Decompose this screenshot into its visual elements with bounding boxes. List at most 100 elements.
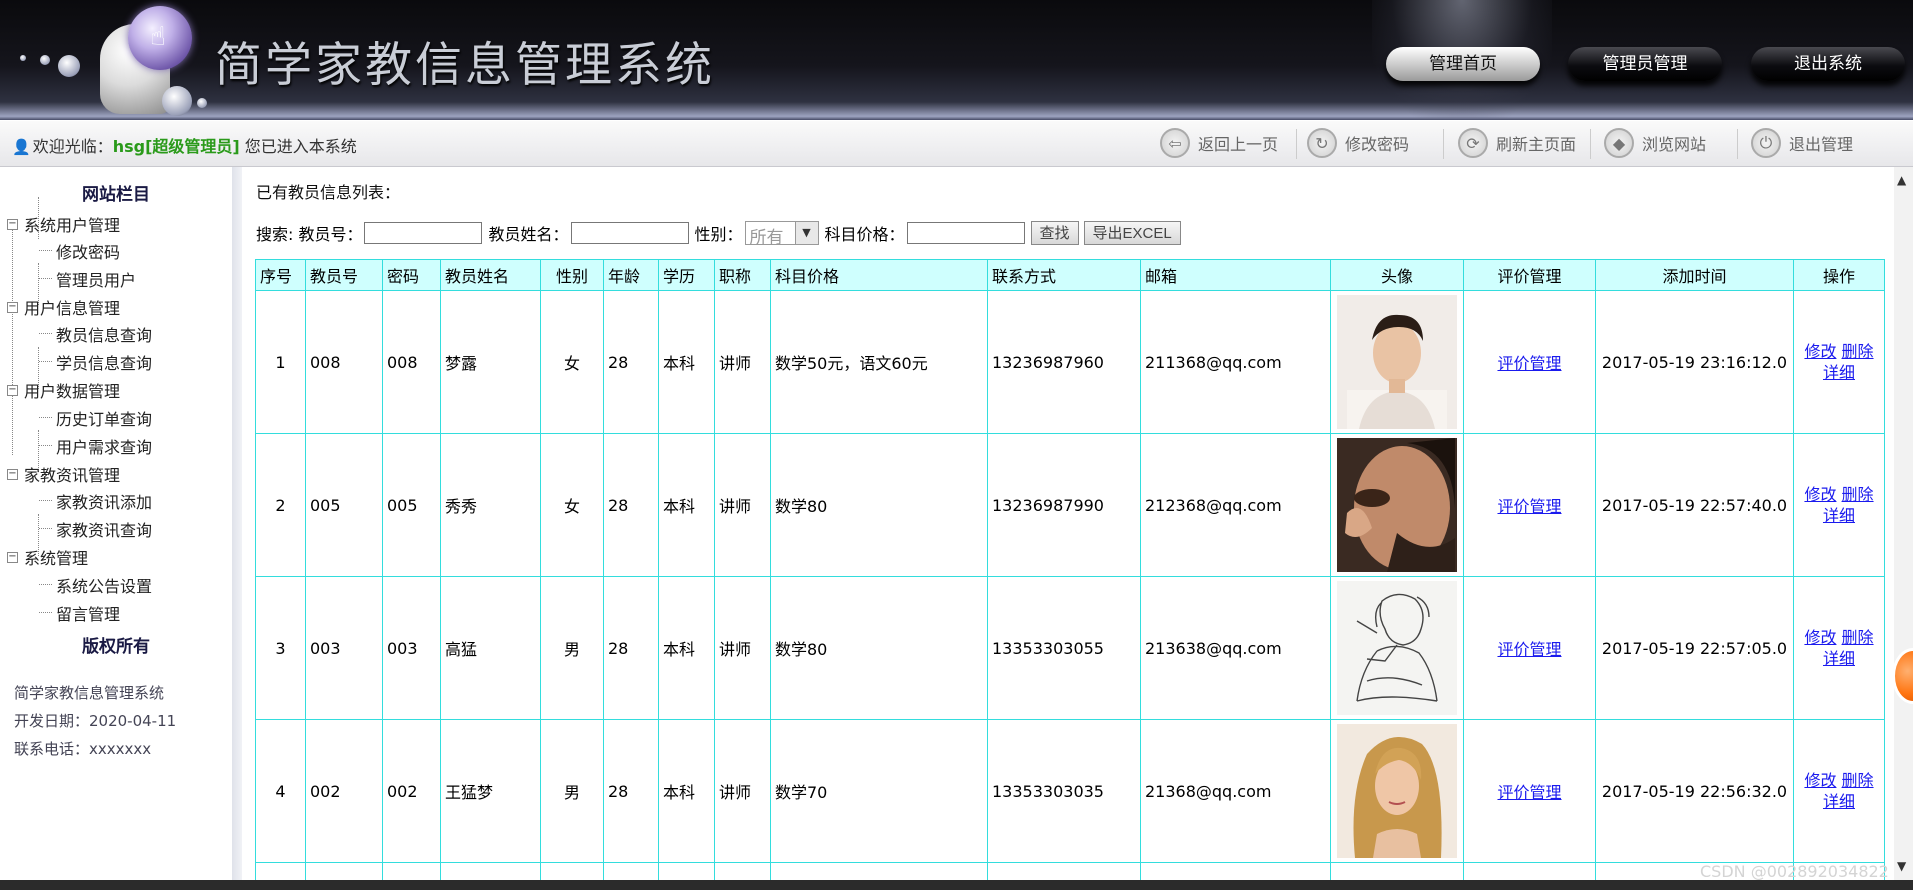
- sidebar-group-user-info[interactable]: − 用户信息管理: [7, 295, 120, 319]
- scroll-up-icon[interactable]: ▲: [1897, 173, 1906, 187]
- nav-admin-button[interactable]: 管理员管理: [1568, 47, 1722, 81]
- review-link[interactable]: 评价管理: [1497, 354, 1561, 373]
- cell-empty: [1140, 862, 1331, 880]
- cell-added-time: 2017-05-19 22:56:32.0: [1595, 719, 1794, 863]
- cell-empty: [440, 862, 541, 880]
- sidebar-item-change-password[interactable]: 修改密码: [56, 239, 120, 263]
- tree-line: [39, 528, 52, 529]
- taskbar: [0, 880, 1913, 890]
- review-link[interactable]: 评价管理: [1497, 640, 1561, 659]
- cell-password: 003: [382, 576, 441, 720]
- refresh-main-label: 刷新主页面: [1496, 135, 1577, 154]
- back-label: 返回上一页: [1198, 135, 1279, 154]
- teacher-id-input[interactable]: [364, 222, 483, 244]
- table-row: 1 008 008 梦露 女 28 本科 讲师 数学50元，语文60元 1323…: [255, 290, 1885, 434]
- find-button[interactable]: 查找: [1030, 221, 1079, 245]
- collapse-icon[interactable]: −: [7, 218, 18, 230]
- sidebar-item-demand-query[interactable]: 用户需求查询: [56, 434, 152, 458]
- scroll-down-icon[interactable]: ▼: [1897, 859, 1906, 873]
- teacher-name-label: 教员姓名：: [488, 225, 569, 244]
- pointer-hand-icon: ☝: [150, 22, 166, 52]
- group-label: 家教资讯管理: [24, 466, 121, 485]
- list-title: 已有教员信息列表：: [256, 183, 401, 202]
- collapse-icon[interactable]: −: [7, 551, 18, 563]
- cell-avatar: [1330, 290, 1464, 434]
- export-excel-button[interactable]: 导出EXCEL: [1083, 221, 1181, 245]
- group-label: 用户信息管理: [24, 299, 121, 318]
- decor-bubble: [162, 86, 192, 116]
- toolbar-divider: [1443, 129, 1444, 159]
- exit-admin-button[interactable]: ⏻ 退出管理: [1751, 127, 1853, 159]
- decor-bubble: [58, 55, 80, 77]
- review-link[interactable]: 评价管理: [1497, 497, 1561, 516]
- sidebar-group-system[interactable]: − 系统管理: [7, 545, 88, 569]
- sidebar-group-tutoring-news[interactable]: − 家教资讯管理: [7, 462, 120, 486]
- edit-link[interactable]: 修改: [1804, 771, 1836, 790]
- toolbar-divider: [1737, 129, 1738, 159]
- cell-title: 讲师: [714, 433, 771, 577]
- cell-phone: 13353303035: [987, 719, 1141, 863]
- edit-link[interactable]: 修改: [1804, 342, 1836, 361]
- welcome-message: 👤 欢迎光临：hsg[超级管理员] 您已进入本系统: [12, 133, 357, 157]
- cell-education: 本科: [658, 290, 715, 434]
- sidebar-item-news-query[interactable]: 家教资讯查询: [56, 517, 152, 541]
- sidebar-group-user-data[interactable]: − 用户数据管理: [7, 378, 120, 402]
- sidebar-item-order-history[interactable]: 历史订单查询: [56, 406, 152, 430]
- cell-age: 28: [603, 290, 659, 434]
- nav-home-button[interactable]: 管理首页: [1386, 47, 1540, 81]
- cell-title: 讲师: [714, 290, 771, 434]
- tree-line: [39, 612, 52, 613]
- sidebar-item-student-query[interactable]: 学员信息查询: [56, 350, 152, 374]
- delete-link[interactable]: 删除: [1842, 628, 1874, 647]
- detail-link[interactable]: 详细: [1823, 363, 1855, 382]
- nav-logout-button[interactable]: 退出系统: [1751, 47, 1905, 81]
- cell-no: 1: [255, 290, 306, 434]
- edit-link[interactable]: 修改: [1804, 628, 1836, 647]
- cell-price: 数学70: [770, 719, 988, 863]
- delete-link[interactable]: 删除: [1842, 771, 1874, 790]
- teacher-name-input[interactable]: [570, 222, 689, 244]
- collapse-icon[interactable]: −: [7, 468, 18, 480]
- detail-link[interactable]: 详细: [1823, 506, 1855, 525]
- vertical-scrollbar[interactable]: ▲ ▼: [1894, 167, 1913, 880]
- delete-link[interactable]: 删除: [1842, 342, 1874, 361]
- username: hsg[超级管理员]: [112, 137, 240, 156]
- browse-site-button[interactable]: ◆ 浏览网站: [1604, 127, 1706, 159]
- gender-label: 性别：: [694, 225, 743, 244]
- price-input[interactable]: [906, 222, 1025, 244]
- collapse-icon[interactable]: −: [7, 384, 18, 396]
- col-header: 联系方式: [987, 259, 1141, 291]
- detail-link[interactable]: 详细: [1823, 649, 1855, 668]
- back-arrow-icon: ⇦: [1160, 128, 1190, 158]
- table-row: 2 005 005 秀秀 女 28 本科 讲师 数学80 13236987990…: [255, 433, 1885, 577]
- sidebar-item-notice-settings[interactable]: 系统公告设置: [56, 573, 152, 597]
- tree-line: [39, 445, 52, 446]
- cell-empty: [658, 862, 715, 880]
- group-label: 系统管理: [24, 549, 89, 568]
- gender-select[interactable]: 所有 ▼: [744, 221, 819, 248]
- sidebar-group-system-users[interactable]: − 系统用户管理: [7, 212, 120, 236]
- table-row: [255, 862, 1885, 880]
- cell-email: 21368@qq.com: [1140, 719, 1331, 863]
- sidebar-item-messages[interactable]: 留言管理: [56, 601, 120, 625]
- decor-bubble: [197, 98, 207, 108]
- col-header: 学历: [658, 259, 715, 291]
- cell-review: 评价管理: [1463, 719, 1596, 863]
- change-password-button[interactable]: ↻ 修改密码: [1307, 127, 1409, 159]
- sidebar-item-admin-users[interactable]: 管理员用户: [56, 267, 136, 291]
- sidebar-item-news-add[interactable]: 家教资讯添加: [56, 489, 152, 513]
- detail-link[interactable]: 详细: [1823, 792, 1855, 811]
- cell-added-time: 2017-05-19 23:16:12.0: [1595, 290, 1794, 434]
- delete-link[interactable]: 删除: [1842, 485, 1874, 504]
- back-button[interactable]: ⇦ 返回上一页: [1160, 127, 1278, 159]
- cell-email: 213638@qq.com: [1140, 576, 1331, 720]
- search-bar: 搜索: 教员号： 教员姓名： 性别： 所有 ▼ 科目价格： 查找 导出EXCEL: [256, 219, 1186, 248]
- collapse-icon[interactable]: −: [7, 301, 18, 313]
- sidebar-item-teacher-query[interactable]: 教员信息查询: [56, 322, 152, 346]
- review-link[interactable]: 评价管理: [1497, 783, 1561, 802]
- col-header: 操作: [1793, 259, 1885, 291]
- refresh-main-button[interactable]: ⟳ 刷新主页面: [1458, 127, 1576, 159]
- table-row: 3 003 003 高猛 男 28 本科 讲师 数学80 13353303055…: [255, 576, 1885, 720]
- cell-name: 梦露: [440, 290, 541, 434]
- edit-link[interactable]: 修改: [1804, 485, 1836, 504]
